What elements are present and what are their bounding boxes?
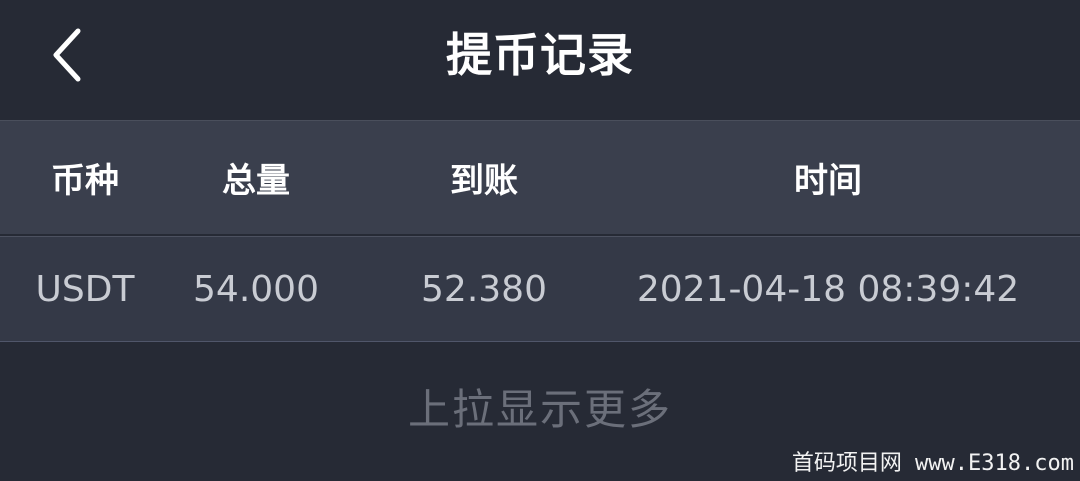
column-header-received: 到账 [450,161,518,201]
column-header-time: 时间 [794,161,862,201]
cell-received: 52.380 [421,268,547,310]
column-header-total: 总量 [222,161,290,201]
page-title: 提币记录 [446,28,634,82]
table-header: 币种 总量 到账 时间 [0,120,1080,234]
load-more-hint: 上拉显示更多 [407,384,672,434]
cell-total: 54.000 [193,268,319,310]
top-bar: 提币记录 [0,0,1080,120]
cell-coin: USDT [35,268,135,310]
cell-time: 2021-04-18 08:39:42 [636,268,1020,310]
column-header-coin: 币种 [51,161,119,201]
table-row[interactable]: USDT 54.000 52.380 2021-04-18 08:39:42 [0,236,1080,342]
watermark: 首码项目网 www.E318.com [791,451,1074,476]
